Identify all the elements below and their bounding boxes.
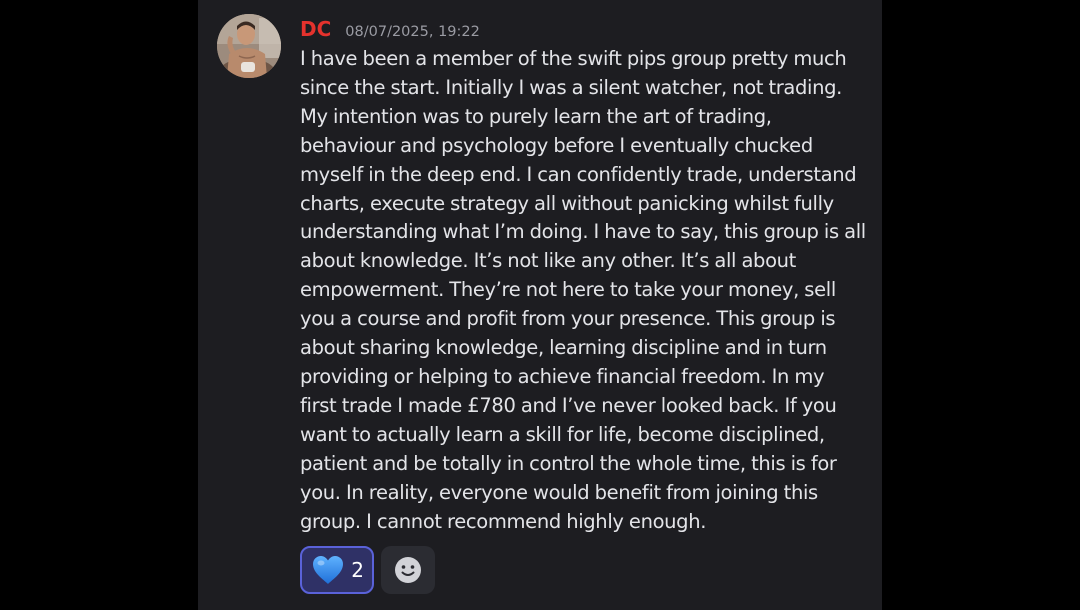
message-line: I have been a member of the swift pips g… <box>300 47 847 70</box>
screenshot-frame: DC 08/07/2025, 19:22 I have been a membe… <box>0 0 1080 610</box>
message-line: first trade I made £780 and I’ve never l… <box>300 393 837 417</box>
message-line: you a course and profit from your presen… <box>300 307 836 331</box>
message-line: about sharing knowledge, learning discip… <box>300 336 827 360</box>
chat-panel: DC 08/07/2025, 19:22 I have been a membe… <box>198 0 882 610</box>
message-line: myself in the deep end. I can confidentl… <box>300 162 857 186</box>
message-text: I have been a member of the swift pips g… <box>300 45 866 536</box>
message-line: My intention was to purely learn the art… <box>300 104 772 128</box>
message-line: understanding what I’m doing. I have to … <box>300 220 866 244</box>
message-line: you. In reality, everyone would benefit … <box>300 480 818 504</box>
message-header: DC 08/07/2025, 19:22 <box>300 17 480 45</box>
message-line: empowerment. They’re not here to take yo… <box>300 278 836 302</box>
username[interactable]: DC <box>300 17 331 41</box>
add-reaction-smiley-icon <box>395 557 421 583</box>
reaction-count: 2 <box>351 558 364 582</box>
avatar[interactable] <box>217 14 281 78</box>
message-line: group. I cannot recommend highly enough. <box>300 509 707 533</box>
reaction-blue-heart-button[interactable]: 2 <box>300 546 374 594</box>
reactions-bar: 2 <box>300 546 435 594</box>
message-line: about knowledge. It’s not like any other… <box>300 249 796 273</box>
blue-heart-icon <box>313 556 343 584</box>
message-line: charts, execute strategy all without pan… <box>300 191 834 215</box>
message-line: patient and be totally in control the wh… <box>300 451 837 475</box>
message-line: providing or helping to achieve financia… <box>300 364 825 388</box>
message-line: since the start. Initially I was a silen… <box>300 75 842 99</box>
timestamp: 08/07/2025, 19:22 <box>345 24 480 40</box>
message-line: want to actually learn a skill for life,… <box>300 422 825 446</box>
avatar-image <box>217 14 281 78</box>
message-line: behaviour and psychology before I eventu… <box>300 133 813 157</box>
add-reaction-button[interactable] <box>381 546 435 594</box>
